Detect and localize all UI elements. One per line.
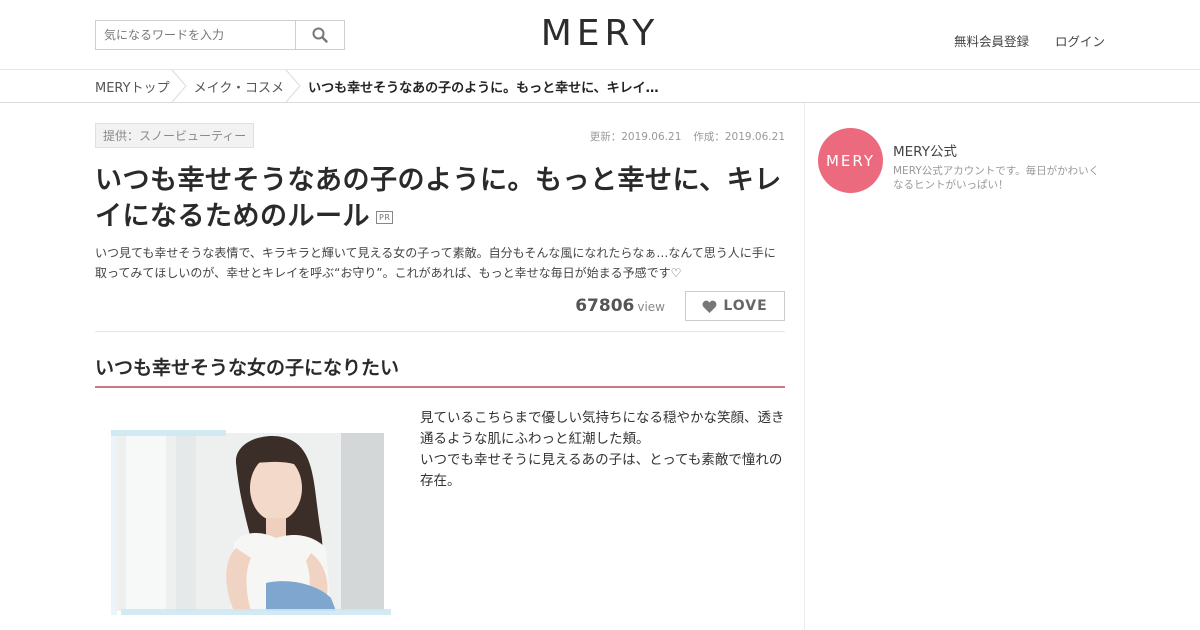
view-count: 67806 view	[575, 296, 665, 316]
site-header: MERY 無料会員登録 ログイン	[0, 0, 1200, 70]
avatar[interactable]: MERY	[818, 128, 883, 193]
article-description: いつ見ても幸せそうな表情で、キラキラと輝いて見える女の子って素敵。自分もそんな風…	[95, 246, 776, 280]
love-button[interactable]: LOVE	[685, 291, 785, 321]
pr-badge: PR	[376, 211, 394, 224]
body-paragraph: いつでも幸せそうに見えるあの子は、とっても素敵で憧れの存在。	[420, 452, 783, 489]
photo-decoration	[111, 430, 226, 436]
view-count-unit: view	[637, 300, 665, 314]
author-description: MERY公式アカウントです。毎日がかわいくなるヒントがいっぱい！	[893, 165, 1100, 191]
login-link[interactable]: ログイン	[1055, 31, 1105, 50]
photo-image	[116, 433, 384, 611]
love-button-label: LOVE	[723, 298, 768, 314]
breadcrumb-chevron-icon	[285, 70, 301, 102]
created-date: 作成：2019.06.21	[693, 131, 785, 143]
breadcrumb-item-current: いつも幸せそうなあの子のように。もっと幸せに、キレイ…	[308, 80, 659, 96]
article-stats: 67806 view LOVE	[575, 291, 785, 321]
woman-smiling-illustration	[116, 433, 384, 611]
updated-date: 更新：2019.06.21	[589, 131, 682, 143]
article-title: いつも幸せそうなあの子のように。もっと幸せに、キレイになるためのルール PR	[95, 163, 785, 235]
heart-icon	[702, 300, 717, 313]
author-profile[interactable]: MERY MERY公式 MERY公式アカウントです。毎日がかわいくなるヒントがい…	[818, 128, 1103, 193]
section-heading: いつも幸せそうな女の子になりたい	[95, 353, 785, 388]
breadcrumb-item-home[interactable]: MERYトップ	[95, 77, 170, 96]
provider-badge: 提供：スノービューティー	[95, 123, 255, 148]
photo-decoration	[121, 609, 391, 615]
article-body: 見ているこちらまで優しい気持ちになる穏やかな笑顔、透き通るような肌にふわっと紅潮…	[420, 408, 785, 492]
article-title-text: いつも幸せそうなあの子のように。もっと幸せに、キレイになるためのルール	[95, 165, 782, 232]
article-dates: 更新：2019.06.21 作成：2019.06.21	[590, 129, 785, 144]
register-link[interactable]: 無料会員登録	[954, 31, 1029, 50]
breadcrumb: MERYトップ メイク・コスメ いつも幸せそうなあの子のように。もっと幸せに、キ…	[0, 70, 1200, 103]
author-name[interactable]: MERY公式	[893, 140, 1103, 160]
article-photo	[111, 430, 391, 615]
sidebar-divider	[804, 103, 805, 630]
view-count-number: 67806	[575, 296, 635, 316]
body-paragraph: 見ているこちらまで優しい気持ちになる穏やかな笑顔、透き通るような肌にふわっと紅潮…	[420, 410, 785, 447]
breadcrumb-item-category[interactable]: メイク・コスメ	[194, 77, 284, 96]
divider	[95, 331, 785, 332]
breadcrumb-chevron-icon	[171, 70, 187, 102]
header-links: 無料会員登録 ログイン	[954, 31, 1105, 50]
